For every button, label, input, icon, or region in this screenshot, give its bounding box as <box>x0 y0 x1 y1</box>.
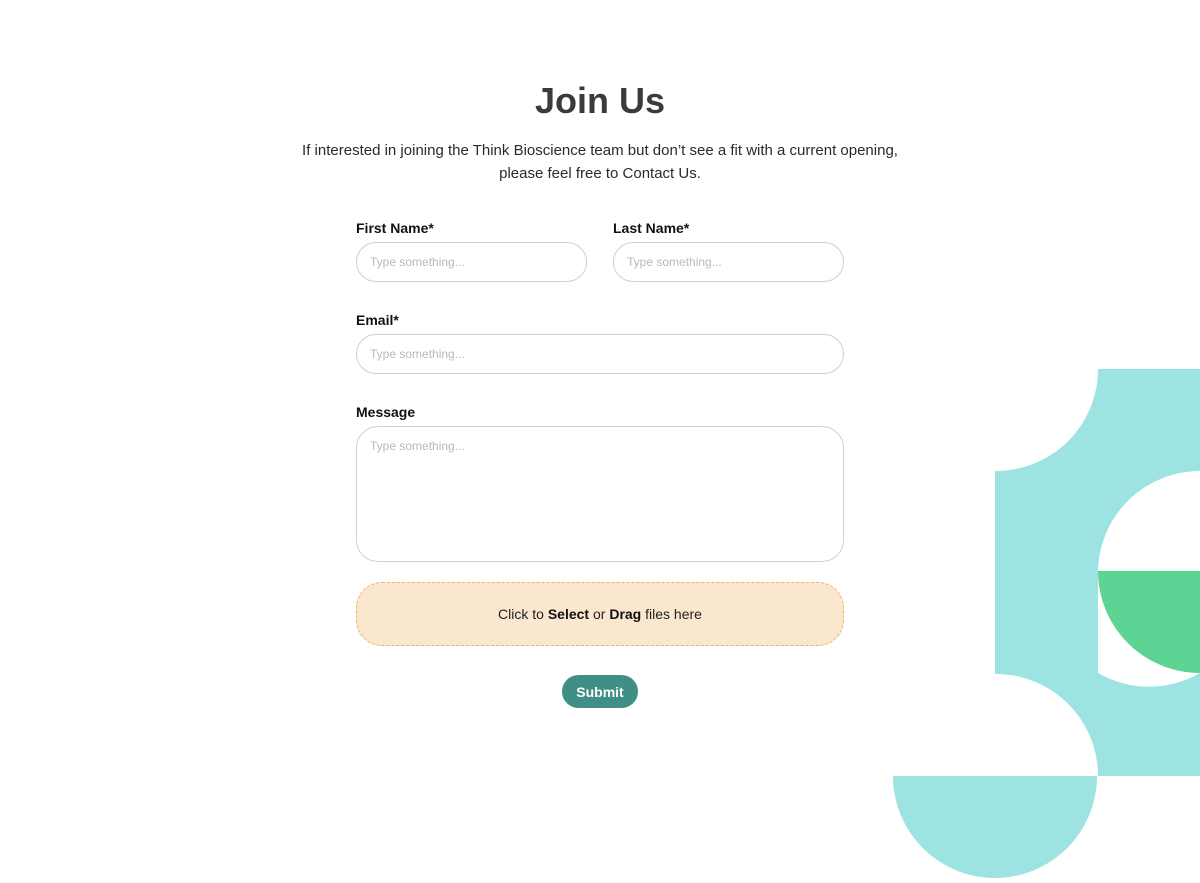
dropzone-suffix: files here <box>641 606 702 622</box>
page-title: Join Us <box>534 80 666 121</box>
decor-green-quarter <box>1098 571 1200 673</box>
first-name-input[interactable] <box>356 242 587 282</box>
dropzone-middle: or <box>589 606 610 622</box>
intro-text: If interested in joining the Think Biosc… <box>290 139 910 185</box>
file-dropzone[interactable]: Click to Select or Drag files here <box>356 582 844 646</box>
last-name-input[interactable] <box>613 242 844 282</box>
intro-line-2: please feel free to Contact Us. <box>499 165 701 182</box>
dropzone-prefix: Click to <box>498 606 548 622</box>
dropzone-select-text: Select <box>547 606 590 622</box>
last-name-label: Last Name* <box>613 220 690 236</box>
decor-teal-half-circle <box>893 776 1097 878</box>
email-label: Email* <box>356 312 399 328</box>
submit-button[interactable]: Submit <box>562 675 638 708</box>
first-name-label: First Name* <box>356 220 434 236</box>
dropzone-drag-text: Drag <box>609 606 642 622</box>
email-input[interactable] <box>356 334 844 374</box>
message-label: Message <box>356 404 416 420</box>
decor-teal-block <box>995 369 1200 776</box>
intro-line-1: If interested in joining the Think Biosc… <box>302 142 898 159</box>
message-textarea[interactable] <box>356 426 844 562</box>
